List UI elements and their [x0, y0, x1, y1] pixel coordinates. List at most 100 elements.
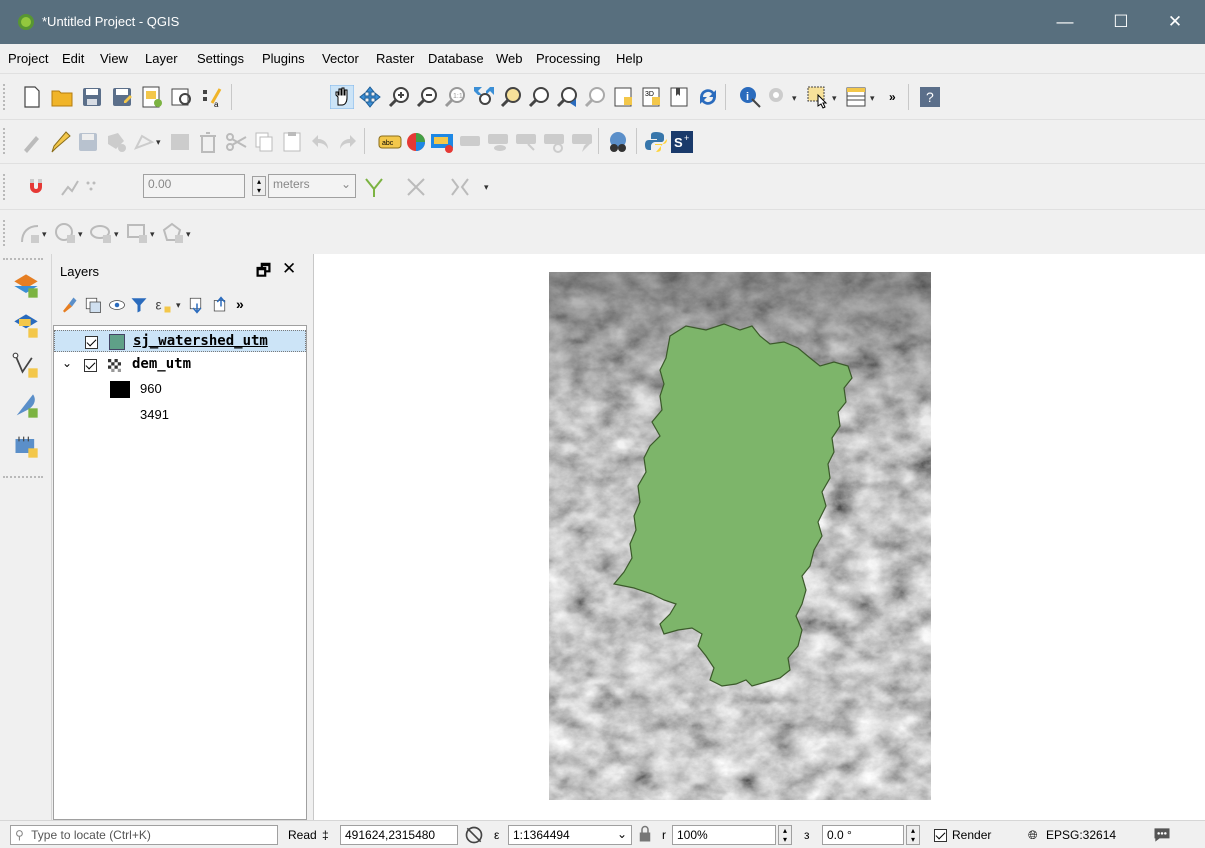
locator-search-input[interactable]: ⚲ Type to locate (Ctrl+K) [10, 825, 278, 845]
python-console-icon[interactable] [644, 130, 668, 154]
menu-help[interactable]: Help [616, 51, 643, 66]
topological-editing-icon[interactable] [362, 175, 386, 199]
new-project-icon[interactable] [20, 85, 44, 109]
globe-icon[interactable]: 🌐︎ [1028, 828, 1038, 843]
manage-map-themes-icon[interactable] [108, 296, 126, 314]
toolbar-grip[interactable] [3, 84, 9, 110]
close-panel-icon[interactable]: ✕ [282, 259, 296, 279]
toggle-editing-icon[interactable] [48, 130, 72, 154]
redo-icon[interactable] [336, 130, 360, 154]
snapping-units-select[interactable]: meters ⌄ [268, 174, 356, 198]
dropdown-arrow-icon[interactable]: ▾ [484, 182, 489, 193]
paste-features-icon[interactable] [280, 130, 304, 154]
scale-select[interactable]: 1:1364494 ⌄ [508, 825, 632, 845]
dropdown-arrow-icon[interactable]: ▾ [832, 93, 837, 104]
highlight-pinned-labels-icon[interactable] [430, 130, 454, 154]
new-bookmark-icon[interactable] [668, 85, 692, 109]
menu-web[interactable]: Web [496, 51, 523, 66]
dropdown-arrow-icon[interactable]: ▾ [156, 137, 161, 148]
add-delimited-text-layer-icon[interactable] [12, 392, 40, 420]
dropdown-arrow-icon[interactable]: ▾ [870, 93, 875, 104]
add-circular-string-icon[interactable] [18, 222, 42, 246]
zoom-next-icon[interactable] [584, 85, 608, 109]
toolbar-grip[interactable] [3, 258, 43, 261]
new-print-layout-icon[interactable] [140, 85, 164, 109]
run-feature-action-icon[interactable] [766, 85, 790, 109]
messages-icon[interactable] [1152, 825, 1172, 845]
toolbar-grip[interactable] [3, 476, 43, 479]
vertex-tool-icon[interactable] [132, 130, 156, 154]
menu-plugins[interactable]: Plugins [262, 51, 305, 66]
modify-attributes-icon[interactable] [168, 130, 192, 154]
layer-visibility-checkbox[interactable] [85, 336, 98, 349]
filter-legend-icon[interactable] [130, 296, 148, 314]
crs-label[interactable]: EPSG:32614 [1046, 828, 1116, 842]
float-panel-icon[interactable]: 🗗 [256, 260, 271, 287]
select-features-icon[interactable] [806, 85, 830, 109]
toolbar-grip[interactable] [3, 174, 9, 200]
toolbar-grip[interactable] [3, 128, 9, 154]
style-manager-icon[interactable]: a [200, 85, 224, 109]
undo-icon[interactable] [308, 130, 332, 154]
layer-visibility-checkbox[interactable] [84, 359, 97, 372]
zoom-out-icon[interactable] [416, 85, 440, 109]
menu-vector[interactable]: Vector [322, 51, 359, 66]
zoom-in-icon[interactable] [388, 85, 412, 109]
dropdown-arrow-icon[interactable]: ▾ [114, 229, 119, 240]
add-ellipse-icon[interactable] [90, 222, 114, 246]
minimize-button[interactable]: — [1042, 8, 1088, 36]
delete-selected-icon[interactable] [196, 130, 220, 154]
menu-raster[interactable]: Raster [376, 51, 414, 66]
add-feature-icon[interactable] [104, 130, 128, 154]
menu-project[interactable]: Project [8, 51, 48, 66]
layer-row-sj-watershed[interactable]: sj_watershed_utm [54, 330, 306, 352]
new-3d-map-view-icon[interactable]: 3D [640, 85, 664, 109]
pan-to-selection-icon[interactable] [358, 85, 382, 109]
layer-diagram-icon[interactable] [404, 130, 428, 154]
add-raster-layer-icon[interactable] [12, 312, 40, 340]
menu-layer[interactable]: Layer [145, 51, 178, 66]
add-rectangle-icon[interactable] [126, 222, 150, 246]
magnifier-input[interactable]: 100% [672, 825, 776, 845]
add-regular-polygon-icon[interactable] [162, 222, 186, 246]
chevron-down-icon[interactable]: ⌄ [62, 356, 72, 370]
self-snapping-icon[interactable] [448, 175, 472, 199]
refresh-icon[interactable] [696, 85, 720, 109]
dropdown-arrow-icon[interactable]: ▾ [186, 229, 191, 240]
map-canvas[interactable] [313, 254, 1205, 820]
lock-scale-icon[interactable] [636, 825, 654, 843]
rotation-spinner[interactable]: ▴ ▾ [906, 825, 920, 845]
add-circle-icon[interactable] [54, 222, 78, 246]
snapping-tolerance-input[interactable]: 0.00 [143, 174, 245, 198]
enable-snapping-icon[interactable] [24, 175, 48, 199]
data-source-manager-icon[interactable] [12, 272, 40, 300]
filter-by-expression-icon[interactable]: ε [152, 296, 174, 314]
new-map-view-icon[interactable] [612, 85, 636, 109]
change-label-icon[interactable] [570, 130, 594, 154]
zoom-to-selection-icon[interactable] [500, 85, 524, 109]
current-edits-icon[interactable] [20, 130, 44, 154]
identify-features-icon[interactable]: i [738, 85, 762, 109]
toolbar-overflow-icon[interactable]: » [889, 90, 896, 104]
intersection-avoid-icon[interactable] [404, 175, 428, 199]
coordinate-input[interactable]: 491624,2315480 [340, 825, 458, 845]
save-as-icon[interactable] [110, 85, 134, 109]
layer-labeling-icon[interactable]: abc [378, 130, 402, 154]
toolbar-grip[interactable] [3, 220, 9, 246]
zoom-native-icon[interactable]: 1:1 [444, 85, 468, 109]
menu-processing[interactable]: Processing [536, 51, 600, 66]
snapping-type-icon[interactable] [82, 175, 106, 199]
layout-manager-icon[interactable] [170, 85, 194, 109]
layer-row-dem[interactable]: ⌄ dem_utm [54, 354, 306, 376]
add-group-icon[interactable] [84, 296, 102, 314]
zoom-to-layer-icon[interactable] [528, 85, 552, 109]
toggle-extents-icon[interactable] [464, 825, 484, 845]
menu-database[interactable]: Database [428, 51, 484, 66]
open-attribute-table-icon[interactable] [844, 85, 868, 109]
copy-features-icon[interactable] [252, 130, 276, 154]
add-virtual-layer-icon[interactable] [12, 432, 40, 460]
dropdown-arrow-icon[interactable]: ▾ [176, 300, 181, 311]
menu-settings[interactable]: Settings [197, 51, 244, 66]
dropdown-arrow-icon[interactable]: ▾ [792, 93, 797, 104]
collapse-all-icon[interactable] [212, 296, 230, 314]
